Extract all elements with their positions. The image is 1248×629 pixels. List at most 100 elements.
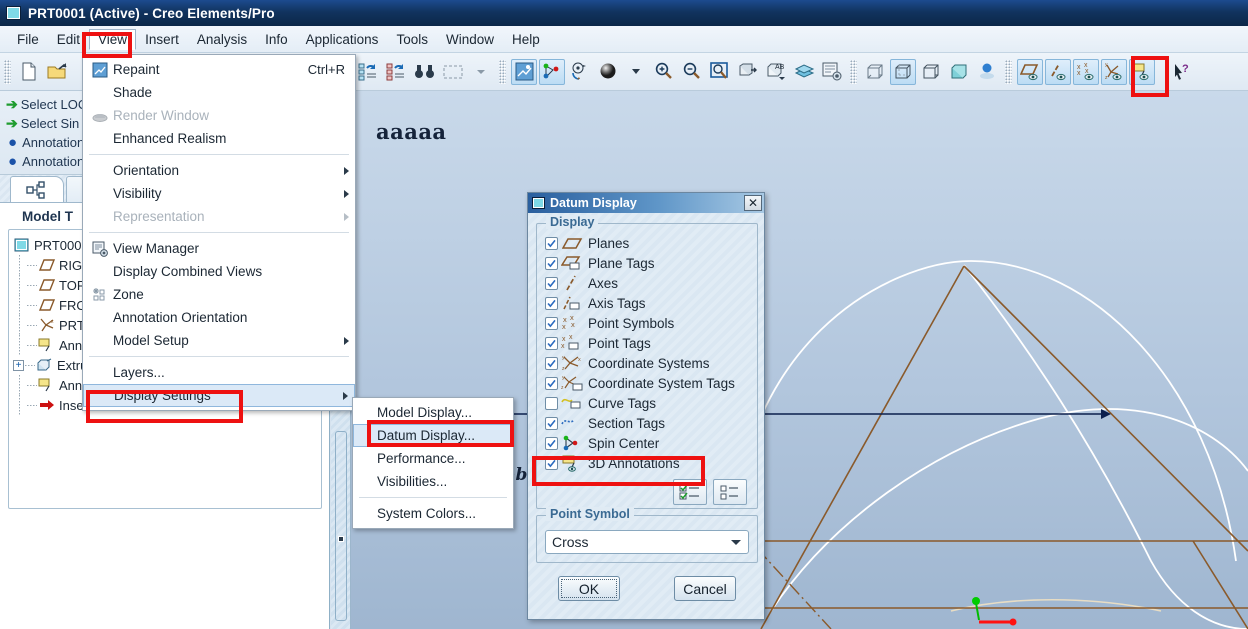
menu-item-display-combined-views[interactable]: Display Combined Views [83, 260, 355, 283]
shading-dropdown-icon[interactable] [623, 59, 649, 85]
checkbox-row-coordinate-system-tags[interactable]: yz Coordinate System Tags [537, 373, 757, 393]
menu-item-display-settings[interactable]: Display Settings [83, 384, 355, 407]
checkbox-plane-tags[interactable] [545, 256, 558, 270]
checkbox-row-plane-tags[interactable]: Plane Tags [537, 253, 757, 273]
checkbox-row-3d-annotations[interactable]: 3D Annotations [537, 453, 757, 473]
tree-expander[interactable]: + [13, 359, 24, 371]
model-tree-tab[interactable] [10, 176, 64, 202]
dialog-title-bar: Datum Display ✕ [528, 193, 764, 213]
menu-item-model-setup[interactable]: Model Setup [83, 329, 355, 352]
graphics-viewport[interactable]: aaaaa bbbbb [331, 91, 1248, 629]
regenerate-red-icon[interactable] [384, 59, 410, 85]
annotation-ab-icon[interactable]: AB [763, 59, 789, 85]
repaint-icon[interactable] [511, 58, 537, 85]
zoom-out-icon[interactable] [679, 59, 705, 85]
wireframe-icon[interactable] [862, 59, 888, 85]
view-dropdown-menu[interactable]: Repaint Ctrl+R Shade Render Window Enhan… [82, 54, 356, 411]
submenu-item-performance[interactable]: Performance... [353, 447, 513, 470]
chevron-down-icon[interactable] [731, 539, 741, 545]
menu-help[interactable]: Help [503, 29, 549, 50]
menu-analysis[interactable]: Analysis [188, 29, 256, 50]
cancel-button[interactable]: Cancel [674, 576, 736, 601]
checkbox-row-spin-center[interactable]: Spin Center [537, 433, 757, 453]
submenu-item-system-colors[interactable]: System Colors... [353, 502, 513, 525]
menu-item-repaint[interactable]: Repaint Ctrl+R [83, 58, 355, 81]
checkbox-point-symbols[interactable] [545, 316, 558, 330]
datum-point-icon[interactable]: xxxx [1073, 58, 1099, 85]
checkbox-row-curve-tags[interactable]: Curve Tags [537, 393, 757, 413]
select-all-button[interactable] [673, 479, 707, 505]
menu-applications[interactable]: Applications [297, 29, 388, 50]
checkbox-axes[interactable] [545, 276, 558, 290]
submenu-item-datum-display[interactable]: Datum Display... [353, 424, 513, 447]
appearance-icon[interactable] [735, 59, 761, 85]
checkbox-row-planes[interactable]: Planes [537, 233, 757, 253]
shaded-reflect-icon[interactable] [974, 59, 1000, 85]
submenu-item-label: System Colors... [377, 506, 477, 521]
checkbox-planes[interactable] [545, 236, 558, 250]
annotation-display-icon[interactable] [1129, 58, 1155, 85]
clear-all-button[interactable] [713, 479, 747, 505]
datum-plane-icon[interactable] [1017, 58, 1043, 85]
menu-item-shade[interactable]: Shade [83, 81, 355, 104]
display-settings-submenu[interactable]: Model Display... Datum Display... Perfor… [352, 397, 514, 529]
checkbox-row-axes[interactable]: Axes [537, 273, 757, 293]
regenerate-icon[interactable] [356, 59, 382, 85]
checkbox-coordinate-systems[interactable] [545, 356, 558, 370]
checkbox-curve-tags[interactable] [545, 396, 558, 410]
menu-item-orientation[interactable]: Orientation [83, 159, 355, 182]
menu-item-view-manager[interactable]: View Manager [83, 237, 355, 260]
menu-view[interactable]: View [89, 28, 137, 50]
menu-insert[interactable]: Insert [136, 29, 188, 50]
menu-item-visibility[interactable]: Visibility [83, 182, 355, 205]
spin-center-icon[interactable] [539, 58, 565, 85]
checkbox-row-point-symbols[interactable]: xxxx Point Symbols [537, 313, 757, 333]
datum-display-dialog[interactable]: Datum Display ✕ Display Planes Plane Tag… [527, 192, 765, 620]
refit-icon[interactable] [707, 59, 733, 85]
shading-icon[interactable] [595, 59, 621, 85]
view-manager-icon[interactable] [819, 59, 845, 85]
menu-tools[interactable]: Tools [387, 29, 437, 50]
shaded-icon[interactable] [946, 59, 972, 85]
datum-axis-icon[interactable] [1045, 58, 1071, 85]
checkbox-row-axis-tags[interactable]: Axis Tags [537, 293, 757, 313]
checkbox-row-point-tags[interactable]: xxx Point Tags [537, 333, 757, 353]
layers-icon[interactable] [791, 59, 817, 85]
checkbox-coordinate-system-tags[interactable] [545, 376, 558, 390]
select-box-dropdown-icon[interactable] [468, 59, 494, 85]
close-icon[interactable]: ✕ [744, 195, 762, 211]
submenu-item-visibilities[interactable]: Visibilities... [353, 470, 513, 493]
toolbar-grip-4[interactable] [1005, 59, 1012, 84]
ok-button[interactable]: OK [558, 576, 620, 601]
menu-edit[interactable]: Edit [48, 29, 89, 50]
no-hidden-icon[interactable] [918, 59, 944, 85]
checkbox-3d-annotations[interactable] [545, 456, 558, 470]
toolbar-grip[interactable] [4, 59, 11, 84]
menu-item-layers[interactable]: Layers... [83, 361, 355, 384]
zoom-in-icon[interactable] [651, 59, 677, 85]
select-box-icon[interactable] [440, 59, 466, 85]
menu-item-zone[interactable]: Zone [83, 283, 355, 306]
hidden-line-icon[interactable] [890, 58, 916, 85]
point-symbol-select[interactable]: Cross [545, 530, 749, 554]
checkbox-spin-center[interactable] [545, 436, 558, 450]
find-icon[interactable] [412, 59, 438, 85]
toolbar-grip-2[interactable] [499, 59, 506, 84]
menu-window[interactable]: Window [437, 29, 503, 50]
checkbox-point-tags[interactable] [545, 336, 558, 350]
datum-csys-icon[interactable]: yz [1101, 58, 1127, 85]
toolbar-grip-3[interactable] [850, 59, 857, 84]
open-folder-icon[interactable] [44, 59, 70, 85]
checkbox-axis-tags[interactable] [545, 296, 558, 310]
menu-item-enhanced-realism[interactable]: Enhanced Realism [83, 127, 355, 150]
menu-file[interactable]: File [8, 29, 48, 50]
checkbox-section-tags[interactable] [545, 416, 558, 430]
checkbox-row-coordinate-systems[interactable]: yzx Coordinate Systems [537, 353, 757, 373]
menu-item-annotation-orientation[interactable]: Annotation Orientation [83, 306, 355, 329]
help-pointer-icon[interactable]: ? [1169, 59, 1195, 85]
checkbox-row-section-tags[interactable]: Section Tags [537, 413, 757, 433]
new-file-icon[interactable] [16, 59, 42, 85]
submenu-item-model-display[interactable]: Model Display... [353, 401, 513, 424]
orientation-icon[interactable] [567, 59, 593, 85]
menu-info[interactable]: Info [256, 29, 297, 50]
